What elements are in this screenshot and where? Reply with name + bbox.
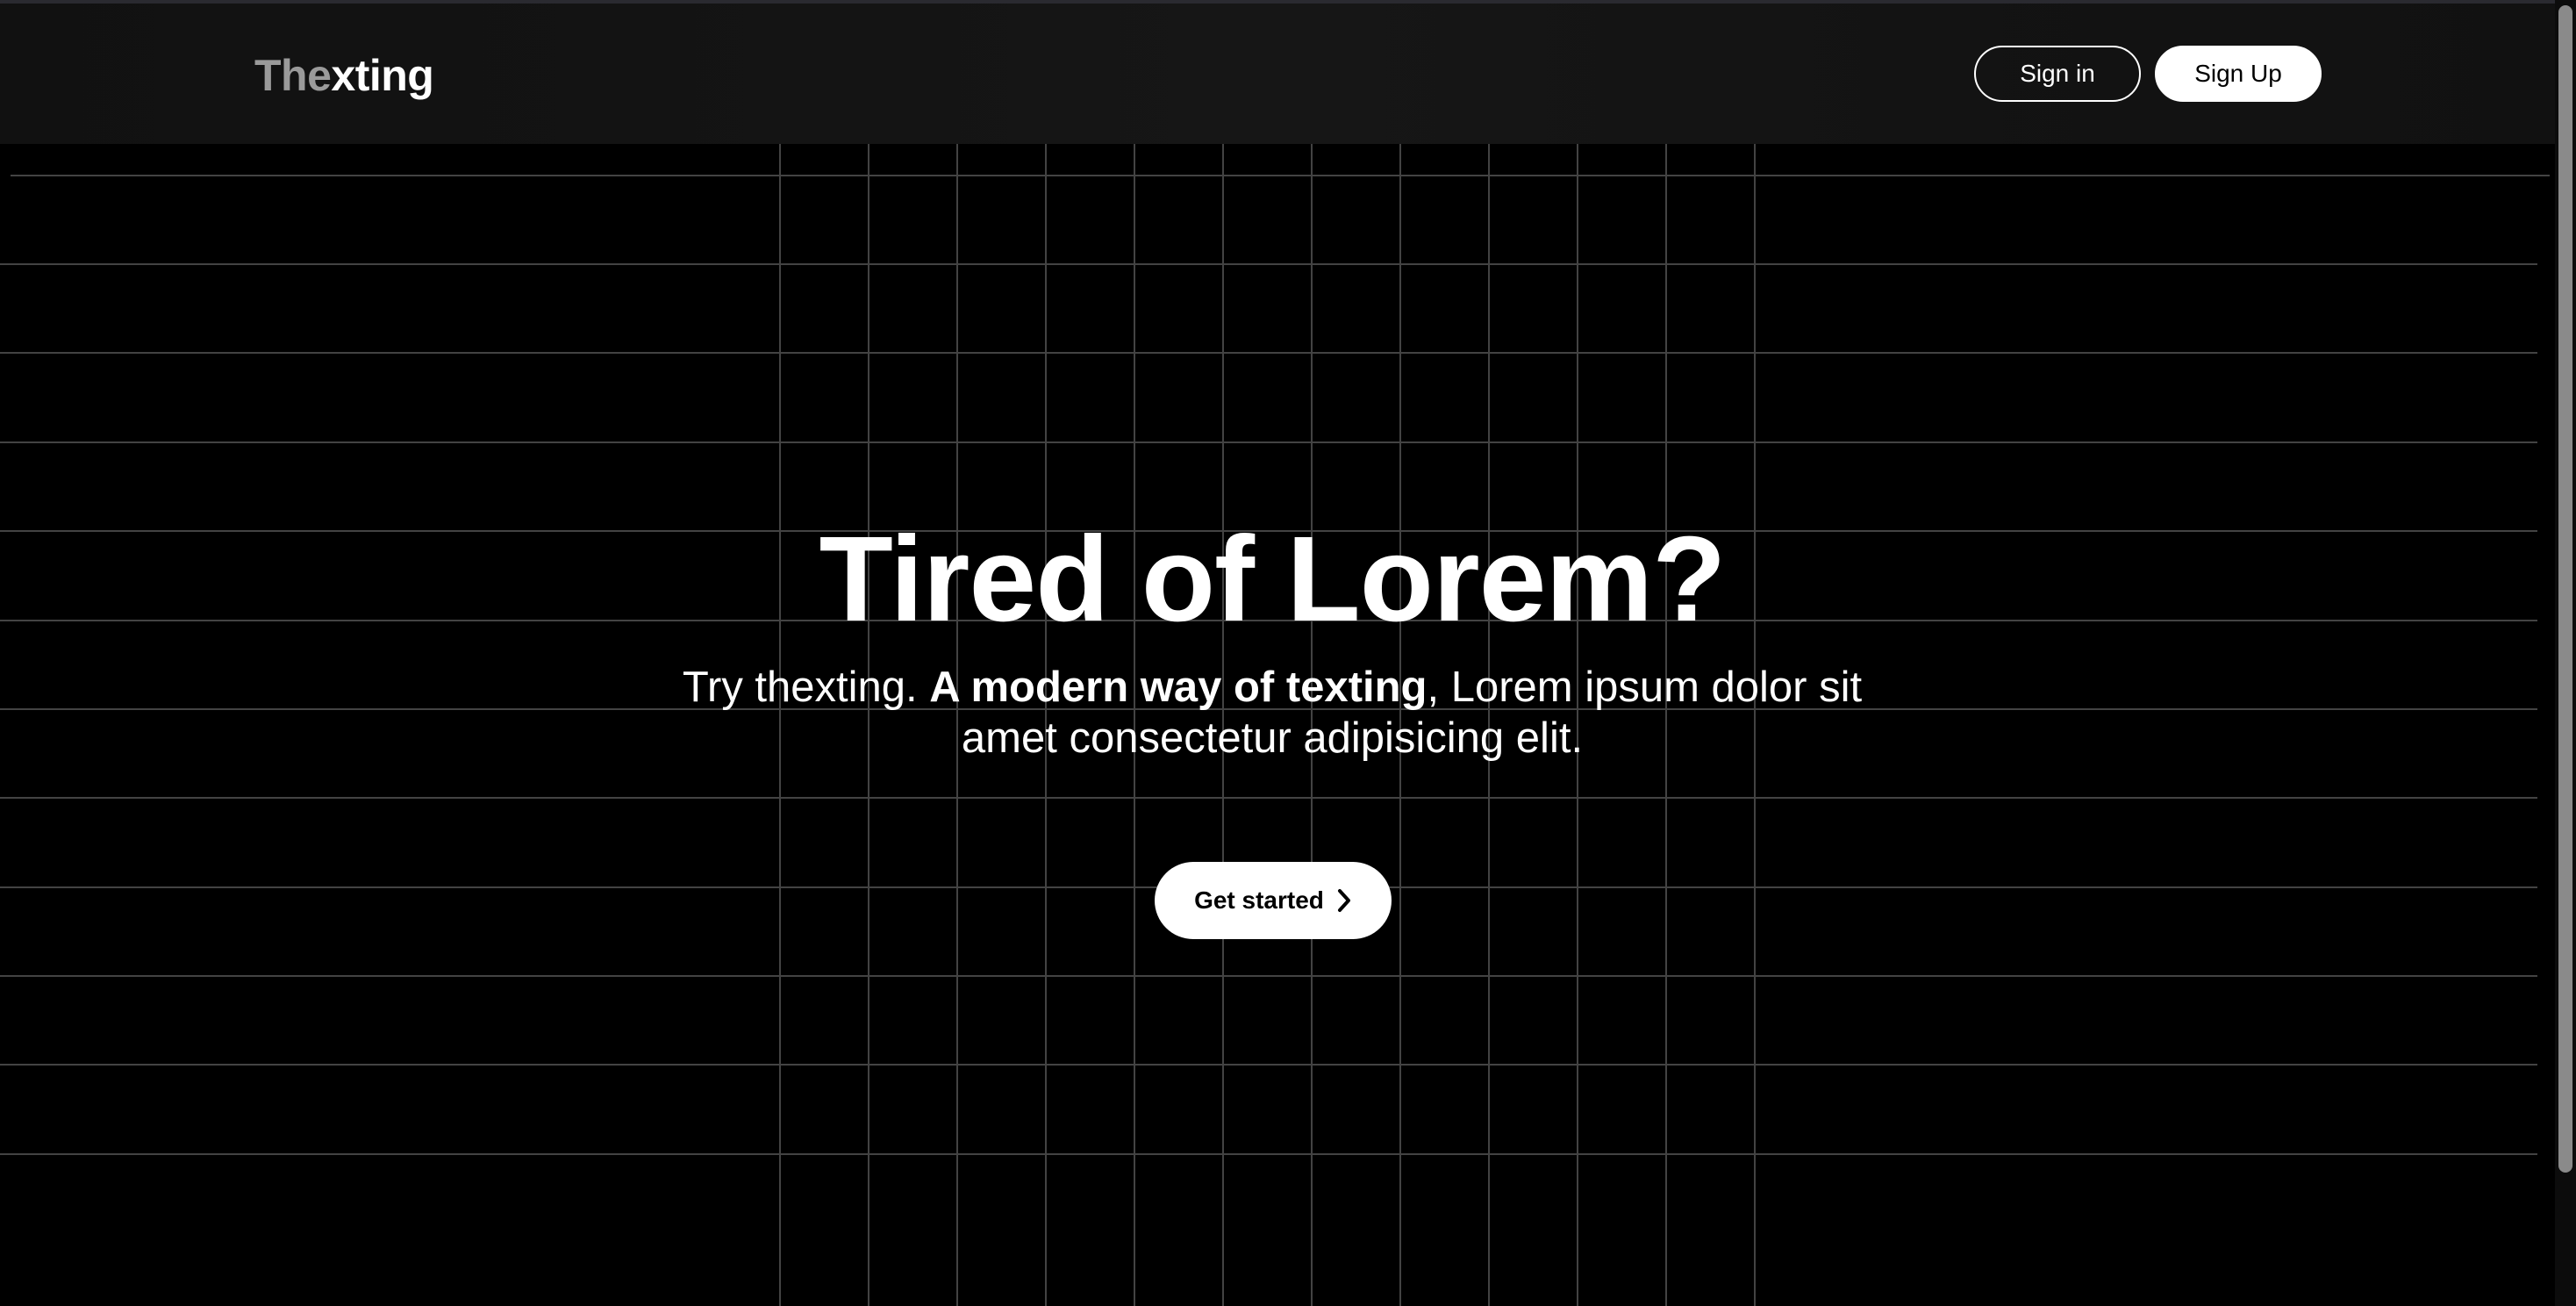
scrollbar-thumb[interactable] — [2558, 5, 2572, 1173]
logo-suffix: xting — [331, 51, 434, 100]
logo[interactable]: Thexting — [254, 49, 434, 102]
get-started-label: Get started — [1194, 886, 1324, 914]
logo-prefix: The — [254, 51, 332, 100]
hero-subtitle: Try thexting. A modern way of texting, L… — [640, 662, 1904, 764]
navbar: Thexting Sign in Sign Up — [0, 4, 2555, 144]
nav-actions: Sign in Sign Up — [1974, 46, 2322, 102]
hero-title: Tired of Lorem? — [819, 512, 1727, 647]
chevron-right-icon — [1336, 888, 1352, 913]
landing-page: Thexting Sign in Sign Up Tired of Lorem?… — [0, 0, 2576, 1306]
scrollbar[interactable] — [2555, 0, 2576, 1306]
get-started-button[interactable]: Get started — [1155, 862, 1392, 939]
sign-up-button[interactable]: Sign Up — [2155, 46, 2322, 102]
hero-subtitle-lead: Try thexting. — [682, 664, 930, 711]
hero-subtitle-bold: A modern way of texting — [929, 664, 1428, 711]
hero-section: Tired of Lorem? Try thexting. A modern w… — [0, 509, 2544, 764]
sign-in-button[interactable]: Sign in — [1974, 46, 2141, 102]
